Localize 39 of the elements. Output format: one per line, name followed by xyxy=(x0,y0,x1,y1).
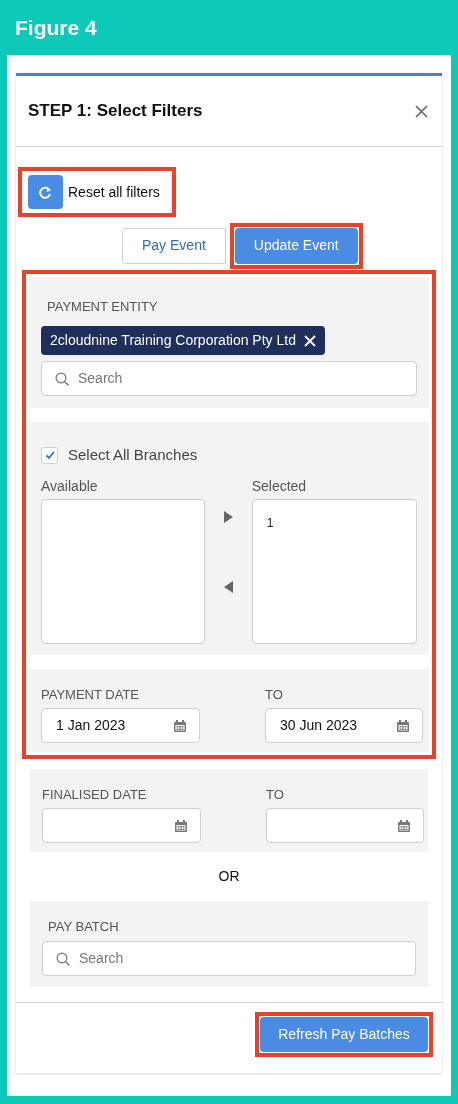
refresh-icon xyxy=(38,184,53,200)
remove-icon xyxy=(303,334,316,347)
search-icon xyxy=(56,951,70,966)
search-field[interactable]: Search xyxy=(41,361,417,396)
move-left-icon[interactable] xyxy=(224,581,233,593)
calendar-icon xyxy=(173,718,187,733)
tab[interactable]: Pay Event xyxy=(122,227,226,264)
date-field[interactable] xyxy=(42,808,201,843)
checkbox-label: Select All Branches xyxy=(68,444,198,465)
date-field[interactable]: 1 Jan 2023 xyxy=(41,708,200,743)
move-right-icon[interactable] xyxy=(224,511,233,523)
section-label: PAYMENT ENTITY xyxy=(46,299,159,315)
reset-label: Reset all filters xyxy=(68,182,160,202)
list-label: Selected xyxy=(251,478,308,494)
dialog-title: STEP 1: Select Filters xyxy=(28,100,203,123)
section-label: PAY BATCH xyxy=(47,919,120,935)
selected-pill: 2cloudnine Training Corporation Pty Ltd xyxy=(41,326,325,355)
close-icon[interactable] xyxy=(415,104,428,118)
list-label: Available xyxy=(41,478,99,494)
calendar-icon xyxy=(397,818,411,833)
calendar-icon xyxy=(174,818,188,833)
refresh-pay-batches-button[interactable]: Refresh Pay Batches xyxy=(260,1017,428,1052)
checkbox[interactable] xyxy=(41,446,58,464)
selected-list[interactable]: 1 xyxy=(251,499,417,644)
section-label: TO xyxy=(266,787,285,803)
date-field[interactable] xyxy=(266,808,424,843)
date-field[interactable]: 30 Jun 2023 xyxy=(265,708,423,743)
section-label: TO xyxy=(265,687,284,703)
reset-button[interactable] xyxy=(28,175,63,209)
check-icon xyxy=(44,450,55,460)
search-icon xyxy=(55,371,69,386)
search-field[interactable]: Search xyxy=(42,941,416,976)
list-item[interactable]: 1 xyxy=(266,514,416,532)
tab[interactable]: Update Event xyxy=(234,227,358,264)
or-separator: OR xyxy=(218,867,240,886)
figure-title: Figure 4 xyxy=(15,14,97,41)
section-label: FINALISED DATE xyxy=(42,787,148,803)
calendar-icon xyxy=(396,718,410,733)
section-label: PAYMENT DATE xyxy=(41,687,140,703)
